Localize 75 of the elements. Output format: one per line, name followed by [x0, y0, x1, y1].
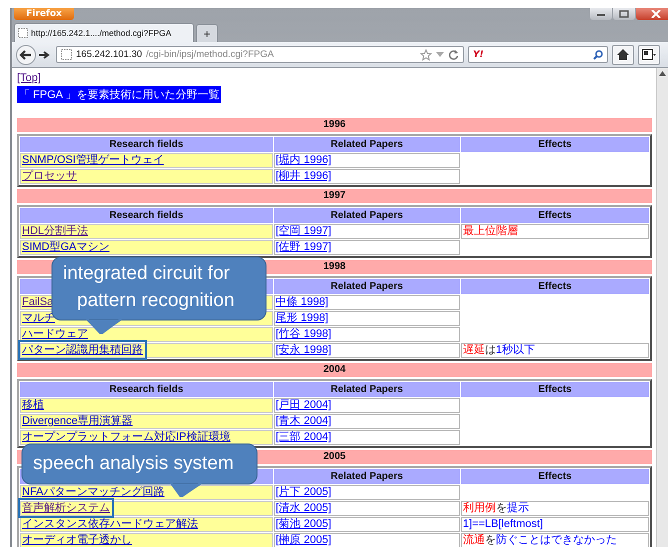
field-link[interactable]: Divergence専用演算器: [22, 415, 133, 427]
star-icon[interactable]: [420, 48, 432, 60]
paper-link[interactable]: [片下 2005]: [276, 486, 332, 498]
paper-link[interactable]: [青木 2004]: [276, 415, 332, 427]
paper-link[interactable]: [三部 2004]: [276, 431, 332, 443]
field-link[interactable]: オープンプラットフォーム対応IP検証環境: [22, 431, 230, 443]
field-link[interactable]: ハードウェア: [22, 328, 88, 340]
maximize-button[interactable]: [613, 8, 635, 20]
effect-text: 遅延は1秒以下: [460, 343, 649, 358]
paper-link[interactable]: [佐野 1997]: [276, 241, 332, 253]
field-link[interactable]: マルチ: [22, 312, 55, 324]
paper-link[interactable]: [榊原 2005]: [276, 534, 332, 546]
tab-title: http://165.242.1..../method.cgi?FPGA: [31, 28, 172, 38]
new-tab-button[interactable]: +: [196, 24, 218, 42]
column-header: Related Papers: [274, 137, 460, 152]
column-header: Related Papers: [274, 469, 460, 484]
paper-link[interactable]: [菊池 2005]: [276, 518, 332, 530]
menu-button[interactable]: [638, 44, 660, 64]
address-host: 165.242.101.30: [76, 49, 142, 60]
paper-link[interactable]: [柳井 1996]: [276, 170, 332, 182]
column-header: Research fields: [20, 208, 273, 223]
column-header: Research fields: [20, 137, 273, 152]
year-bar: 2004: [17, 363, 652, 377]
column-header: Related Papers: [274, 208, 460, 223]
column-header: Research fields: [20, 382, 273, 397]
effect-text: 流通を防ぐことはできなかった: [460, 533, 649, 547]
page-icon: [18, 28, 28, 38]
field-link[interactable]: SNMP/OSI管理ゲートウェイ: [22, 154, 164, 166]
search-icon[interactable]: [593, 50, 603, 60]
page-heading: 「 FPGA 」を要素技術に用いた分野一覧: [17, 86, 222, 103]
address-path: /cgi-bin/ipsj/method.cgi?FPGA: [146, 49, 275, 60]
maximize-icon: [619, 10, 629, 18]
paper-link[interactable]: [清水 2005]: [276, 502, 332, 514]
field-link[interactable]: NFAパターンマッチング回路: [22, 486, 164, 498]
column-header: Effects: [460, 208, 649, 223]
year-bar: 1997: [17, 189, 652, 203]
paper-link[interactable]: [竹谷 1998]: [276, 328, 332, 340]
scroll-up-icon[interactable]: [659, 71, 666, 76]
column-header: Related Papers: [274, 382, 460, 397]
back-forward-icon[interactable]: [16, 44, 52, 64]
minimize-icon: [596, 11, 606, 17]
window-icon: [642, 49, 656, 60]
paper-link[interactable]: [堀内 1996]: [276, 154, 332, 166]
home-button[interactable]: [612, 44, 634, 64]
address-bar[interactable]: 165.242.101.30 /cgi-bin/ipsj/method.cgi?FPGA: [56, 46, 464, 63]
paper-link[interactable]: [空岡 1997]: [276, 225, 332, 237]
column-header: Related Papers: [274, 279, 460, 294]
field-link[interactable]: インスタンス依存ハードウェア解法: [22, 518, 198, 530]
field-link[interactable]: 移植: [22, 399, 44, 411]
paper-link[interactable]: 尾形 1998]: [276, 312, 328, 324]
close-icon: [651, 10, 661, 18]
page-icon: [61, 49, 72, 60]
field-link[interactable]: プロセッサ: [22, 170, 77, 182]
effect-text: 1]==LB[leftmost]: [460, 517, 649, 532]
paper-link[interactable]: [安永 1998]: [276, 344, 332, 356]
effect-text: 利用例を提示: [460, 501, 649, 516]
column-header: Effects: [460, 137, 649, 152]
browser-tab[interactable]: http://165.242.1..../method.cgi?FPGA: [14, 23, 194, 42]
field-link[interactable]: オーディオ電子透かし: [22, 534, 132, 546]
search-field[interactable]: Y!: [468, 46, 608, 63]
paper-link[interactable]: [戸田 2004]: [276, 399, 332, 411]
year-bar: 1996: [17, 118, 652, 132]
search-engine-logo[interactable]: Y!: [473, 50, 484, 60]
paper-link[interactable]: 中條 1998]: [276, 296, 328, 308]
home-icon: [617, 49, 629, 60]
top-link[interactable]: [Top]: [17, 72, 41, 85]
column-header: Effects: [460, 469, 649, 484]
minimize-button[interactable]: [590, 8, 612, 20]
reload-icon[interactable]: [448, 49, 459, 60]
field-link[interactable]: HDL分割手法: [22, 225, 88, 237]
column-header: Effects: [460, 382, 649, 397]
field-link[interactable]: SIMD型GAマシン: [22, 241, 110, 253]
column-header: Effects: [460, 279, 649, 294]
effect-text: 最上位階層: [460, 224, 649, 239]
close-button[interactable]: [636, 8, 668, 20]
